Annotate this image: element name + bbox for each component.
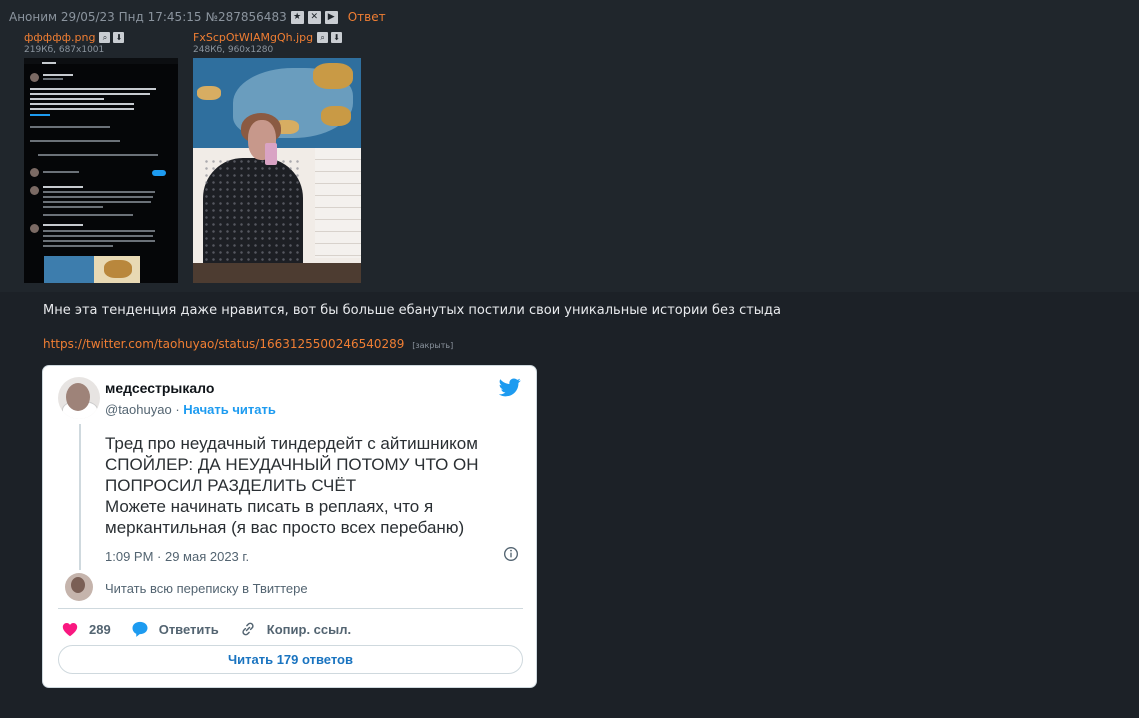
tweet-text-line: Тред про неудачный тиндердейт с айтишник… bbox=[105, 434, 478, 453]
file-2-name[interactable]: FxScpOtWIAMgQh.jpg bbox=[193, 31, 313, 44]
thread-line bbox=[79, 424, 81, 570]
tweet-text-line: ПОПРОСИЛ РАЗДЕЛИТЬ СЧЁТ bbox=[105, 476, 357, 495]
reply-bubble-icon bbox=[132, 621, 148, 637]
post-comment: Мне эта тенденция даже нравится, вот бы … bbox=[43, 303, 782, 318]
reply-label: Ответить bbox=[158, 621, 219, 637]
tweet-actions: 289 Ответить Копир. ссыл. bbox=[61, 620, 371, 638]
thumbnail-twitter-screenshot[interactable] bbox=[24, 58, 178, 283]
post-date: 29/05/23 Пнд 17:45:15 bbox=[60, 10, 202, 24]
search-icon[interactable]: ⌕ bbox=[317, 32, 329, 43]
file-1-name[interactable]: ффффф.png bbox=[24, 31, 95, 44]
tweet-handle-line: @taohuyao · Начать читать bbox=[105, 402, 276, 417]
read-conversation-link[interactable]: Читать всю переписку в Твиттере bbox=[105, 581, 308, 596]
file-1: ффффф.png ⌕ ⬇ 219Кб, 687x1001 bbox=[24, 31, 125, 55]
link-icon bbox=[242, 622, 254, 636]
tweet-text-line: меркантильная (я вас просто всех перебан… bbox=[105, 518, 465, 537]
play-icon[interactable]: ▶ bbox=[324, 10, 338, 24]
download-icon[interactable]: ⬇ bbox=[331, 32, 343, 43]
divider bbox=[58, 608, 523, 609]
post-header: Аноним 29/05/23 Пнд 17:45:15 №287856483 … bbox=[9, 10, 386, 24]
separator-dot: · bbox=[175, 402, 180, 417]
tweet-text-line: Можете начинать писать в реплаях, что я bbox=[105, 497, 434, 516]
file-2: FxScpOtWIAMgQh.jpg ⌕ ⬇ 248Кб, 960x1280 bbox=[193, 31, 343, 55]
star-icon[interactable]: ★ bbox=[290, 10, 304, 24]
hide-embed-link[interactable]: [закрыть] bbox=[412, 341, 453, 350]
post-container: Аноним 29/05/23 Пнд 17:45:15 №287856483 … bbox=[0, 0, 1139, 292]
avatar[interactable] bbox=[58, 377, 100, 419]
follow-button[interactable]: Начать читать bbox=[183, 402, 276, 417]
search-icon[interactable]: ⌕ bbox=[99, 32, 111, 43]
reply-link[interactable]: Ответ bbox=[348, 10, 386, 24]
thumbnail-photo[interactable] bbox=[193, 58, 361, 283]
read-replies-button[interactable]: Читать 179 ответов bbox=[58, 645, 523, 674]
post-number[interactable]: №287856483 bbox=[206, 10, 287, 24]
close-icon[interactable]: ✕ bbox=[307, 10, 321, 24]
like-count: 289 bbox=[89, 621, 111, 637]
tweet-link[interactable]: https://twitter.com/taohuyao/status/1663… bbox=[43, 337, 404, 351]
post-author: Аноним bbox=[9, 10, 58, 24]
copy-link-button[interactable]: Копир. ссыл. bbox=[239, 620, 351, 638]
like-button[interactable]: 289 bbox=[61, 620, 111, 638]
tweet-link-line: https://twitter.com/taohuyao/status/1663… bbox=[43, 337, 453, 351]
heart-icon bbox=[62, 623, 78, 637]
tweet-text-line: СПОЙЛЕР: ДА НЕУДАЧНЫЙ ПОТОМУ ЧТО ОН bbox=[105, 455, 479, 474]
download-icon[interactable]: ⬇ bbox=[113, 32, 125, 43]
twitter-bird-icon[interactable] bbox=[499, 376, 521, 398]
tweet-handle[interactable]: @taohuyao bbox=[105, 402, 172, 417]
copy-link-label: Копир. ссыл. bbox=[266, 621, 352, 637]
info-icon[interactable] bbox=[503, 546, 519, 562]
tweet-timestamp[interactable]: 1:09 PM · 29 мая 2023 г. bbox=[105, 549, 249, 564]
tweet-author-name[interactable]: медсестрыкало bbox=[105, 380, 214, 396]
embedded-tweet: медсестрыкало @taohuyao · Начать читать … bbox=[42, 365, 537, 688]
tweet-text: Тред про неудачный тиндердейт с айтишник… bbox=[105, 433, 525, 538]
file-2-info: 248Кб, 960x1280 bbox=[193, 45, 274, 55]
file-1-info: 219Кб, 687x1001 bbox=[24, 45, 105, 55]
reply-button[interactable]: Ответить bbox=[131, 620, 219, 638]
avatar[interactable] bbox=[65, 573, 93, 601]
